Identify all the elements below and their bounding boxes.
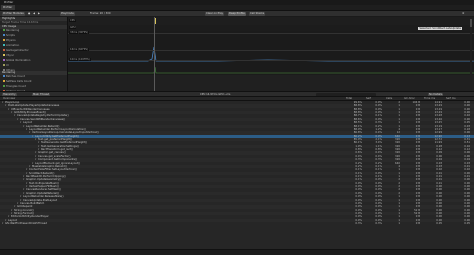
color-swatch-icon[interactable] — [3, 49, 5, 51]
gpu-lane-label: GPU — [69, 26, 77, 29]
cpu-usage-item[interactable]: UI — [3, 64, 9, 67]
rendering-item-label: Triangles Count — [6, 85, 27, 88]
cpu-usage-item-label: GarbageCollector — [6, 49, 29, 52]
cpu-usage-item-label: Global Illumination — [6, 59, 31, 62]
cell-calls: 1 — [398, 222, 400, 226]
rendering-item-label: Batches Count — [6, 75, 25, 78]
cell-total: 0.3% — [355, 222, 362, 226]
color-swatch-icon[interactable] — [3, 39, 5, 41]
lane-line — [68, 33, 474, 34]
cpu-usage-item[interactable]: Scripts — [3, 34, 15, 37]
deep-profile-toggle[interactable]: Deep Profile — [228, 12, 246, 16]
cpu-usage-item-label: UI — [6, 64, 9, 67]
color-swatch-icon[interactable] — [3, 54, 5, 56]
color-swatch-icon[interactable] — [3, 34, 5, 36]
frame-cursor[interactable] — [154, 17, 155, 91]
search-input[interactable] — [316, 92, 376, 96]
cpu-usage-item-label: VSync — [6, 54, 15, 57]
lane-line — [68, 60, 474, 61]
rendering-item-label: SetPass Calls Count — [6, 80, 32, 83]
record-button[interactable]: ● — [28, 12, 30, 16]
lane-line — [68, 50, 474, 51]
color-swatch-icon[interactable] — [3, 44, 5, 46]
graph-scrollbar[interactable] — [470, 18, 472, 90]
color-swatch-icon[interactable] — [3, 85, 5, 87]
rendering-lane-bg — [68, 75, 474, 91]
graph-scrollbar-thumb[interactable] — [470, 19, 472, 27]
cpu-usage-item[interactable]: Global Illumination — [3, 59, 30, 62]
gpu-lane-bg — [68, 25, 474, 31]
cpu-lane-bg — [68, 17, 474, 25]
lane-label-60fps: 16ms (60FPS) — [69, 48, 90, 51]
hierarchy-tree: ▾ PlayerLoop 99.6% 0.0% 2 104 B 14.91 0.00 ▾ Post… — [0, 101, 474, 249]
cpu-usage-item[interactable]: Rendering — [3, 29, 19, 32]
cpu-usage-graph[interactable]: CPU GPU 33ms (30FPS) 16ms (60FPS) 10ms (… — [68, 17, 474, 91]
settings-gear-icon[interactable]: ⚙ — [462, 12, 464, 16]
cell-gc: 0 B — [415, 222, 420, 226]
profiler-modules-panel: Highlights Target Frame Time 16.67ms CPU… — [0, 17, 68, 91]
cpu-usage-item[interactable]: Animation — [3, 44, 19, 47]
cpu-graph-svg — [68, 17, 474, 91]
hierarchy-row[interactable]: ▾ Gfx.WaitForPresentOnGfxThread 0.3% 0.3% 1 0… — [0, 222, 474, 225]
cell-time: 0.05 — [436, 222, 442, 226]
thread-dropdown[interactable]: Main Thread — [32, 92, 51, 96]
cpu-usage-item[interactable]: Physics — [3, 39, 16, 42]
target-dropdown[interactable]: Playmode — [60, 12, 75, 16]
rendering-item[interactable]: SetPass Calls Count — [3, 80, 32, 83]
cell-self: 0.3% — [375, 222, 382, 226]
cpu-usage-item-label: Scripts — [6, 34, 15, 37]
cpu-usage-item[interactable]: VSync — [3, 54, 14, 57]
rendering-line — [68, 66, 474, 74]
cpu-usage-item-label: Physics — [6, 39, 16, 42]
color-swatch-icon[interactable] — [3, 80, 5, 82]
clear-on-play-toggle[interactable]: Clear on Play — [205, 12, 225, 16]
call-stacks-toggle[interactable]: Call Stacks — [249, 12, 266, 16]
cell-selfms: 0.05 — [464, 222, 470, 226]
sample-name: Gfx.WaitForPresentOnGfxThread — [5, 222, 48, 226]
cpu-usage-item-label: Animation — [6, 44, 20, 47]
back-button[interactable]: ◀ — [33, 12, 35, 16]
expand-arrow-icon[interactable]: ▾ — [2, 222, 3, 225]
forward-button[interactable]: ▶ — [38, 12, 40, 16]
cpu-usage-item-label: Rendering — [6, 29, 20, 32]
color-swatch-icon[interactable] — [3, 64, 5, 66]
view-dropdown[interactable]: Hierarchy — [2, 92, 17, 96]
color-swatch-icon[interactable] — [3, 59, 5, 61]
highlights-target-label: Target Frame Time 16.67ms — [2, 21, 39, 24]
rendering-item[interactable]: Triangles Count — [3, 85, 26, 88]
details-dropdown[interactable]: No Details — [428, 92, 444, 96]
rendering-item[interactable]: Batches Count — [3, 75, 25, 78]
color-swatch-icon[interactable] — [3, 29, 5, 31]
lane-label-30fps: 33ms (30FPS) — [69, 31, 90, 34]
lane-label-100fps: 10ms (100FPS) — [69, 58, 91, 61]
status-bar — [0, 249, 474, 255]
selected-sample-badge: Selected: ScrollRect.LateUpdate — [418, 27, 462, 30]
cpu-usage-item[interactable]: GarbageCollector — [3, 49, 29, 52]
color-swatch-icon[interactable] — [3, 75, 5, 77]
cpu-lane-label: CPU — [69, 19, 77, 22]
frame-counter: Frame: 20 / 300 — [90, 12, 111, 15]
profiler-modules-dropdown[interactable]: Profiler Modules — [2, 12, 25, 16]
frame-summary: CPU:14.97ms GPU:--ms — [200, 92, 231, 96]
